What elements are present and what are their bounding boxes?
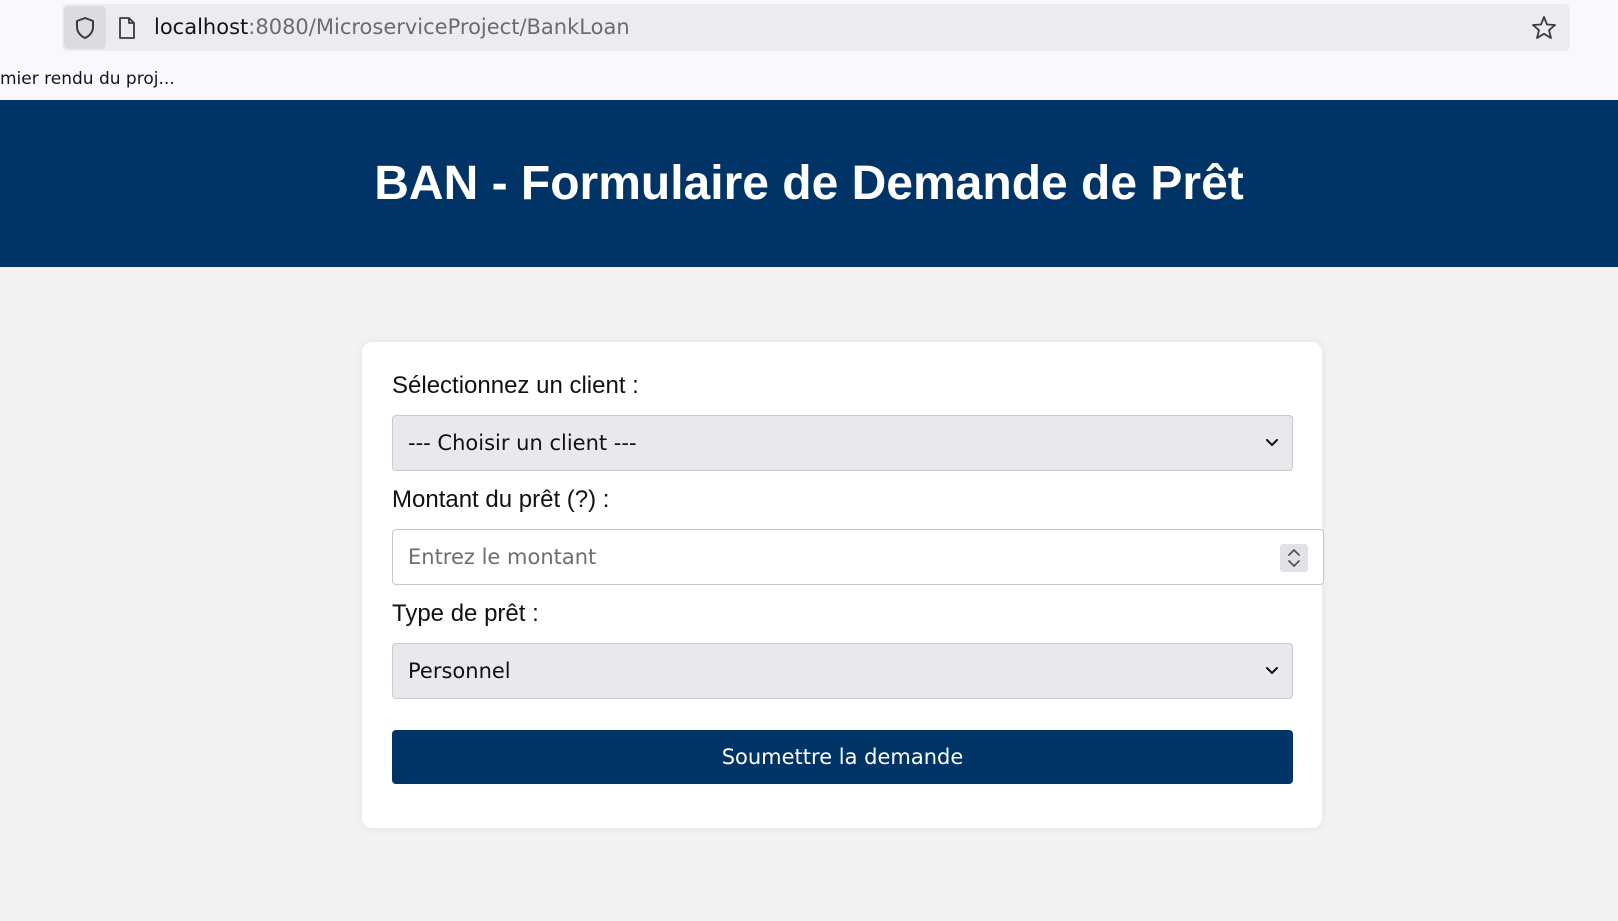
page-title: BAN - Formulaire de Demande de Prêt [374,157,1244,210]
bookmark-item[interactable]: mier rendu du proj... [0,64,175,94]
url-text[interactable]: localhost:8080/MicroserviceProject/BankL… [154,4,630,51]
browser-chrome: localhost:8080/MicroserviceProject/BankL… [0,0,1618,100]
client-select-value: --- Choisir un client --- [408,431,637,455]
page-icon [116,16,138,40]
client-select[interactable]: --- Choisir un client --- [392,415,1293,471]
client-label: Sélectionnez un client : [392,372,639,399]
amount-label: Montant du prêt (?) : [392,486,610,513]
page-header: BAN - Formulaire de Demande de Prêt [0,100,1618,267]
submit-button[interactable]: Soumettre la demande [392,730,1293,784]
chevron-down-icon [1266,439,1278,446]
loan-form-card: Sélectionnez un client : --- Choisir un … [362,342,1324,828]
loan-type-label: Type de prêt : [392,600,539,627]
chevron-down-icon [1266,667,1278,674]
loan-type-select[interactable]: Personnel [392,643,1293,699]
bookmark-star-icon[interactable] [1530,14,1558,42]
spinner-arrows-icon [1288,549,1300,567]
shield-icon[interactable] [64,6,106,49]
amount-input[interactable] [392,529,1324,585]
number-spinner[interactable] [1280,544,1308,572]
url-host: localhost [154,15,249,39]
address-bar[interactable]: localhost:8080/MicroserviceProject/BankL… [62,4,1570,51]
url-path: :8080/MicroserviceProject/BankLoan [248,15,630,39]
loan-type-select-value: Personnel [408,659,511,683]
